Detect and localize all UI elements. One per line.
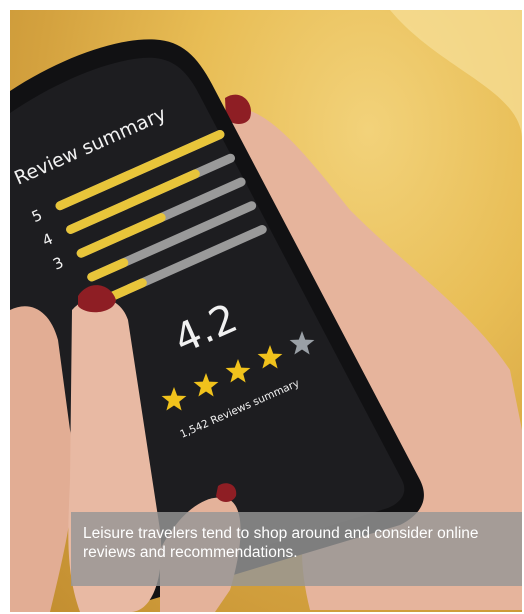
fabric-highlight — [390, 10, 522, 140]
left-thumbnail — [216, 483, 237, 502]
image-frame: Review summary 543 4.2 1,542 Reviews sum… — [0, 0, 524, 614]
caption-box: Leisure travelers tend to shop around an… — [71, 512, 522, 586]
caption-text: Leisure travelers tend to shop around an… — [83, 525, 479, 561]
